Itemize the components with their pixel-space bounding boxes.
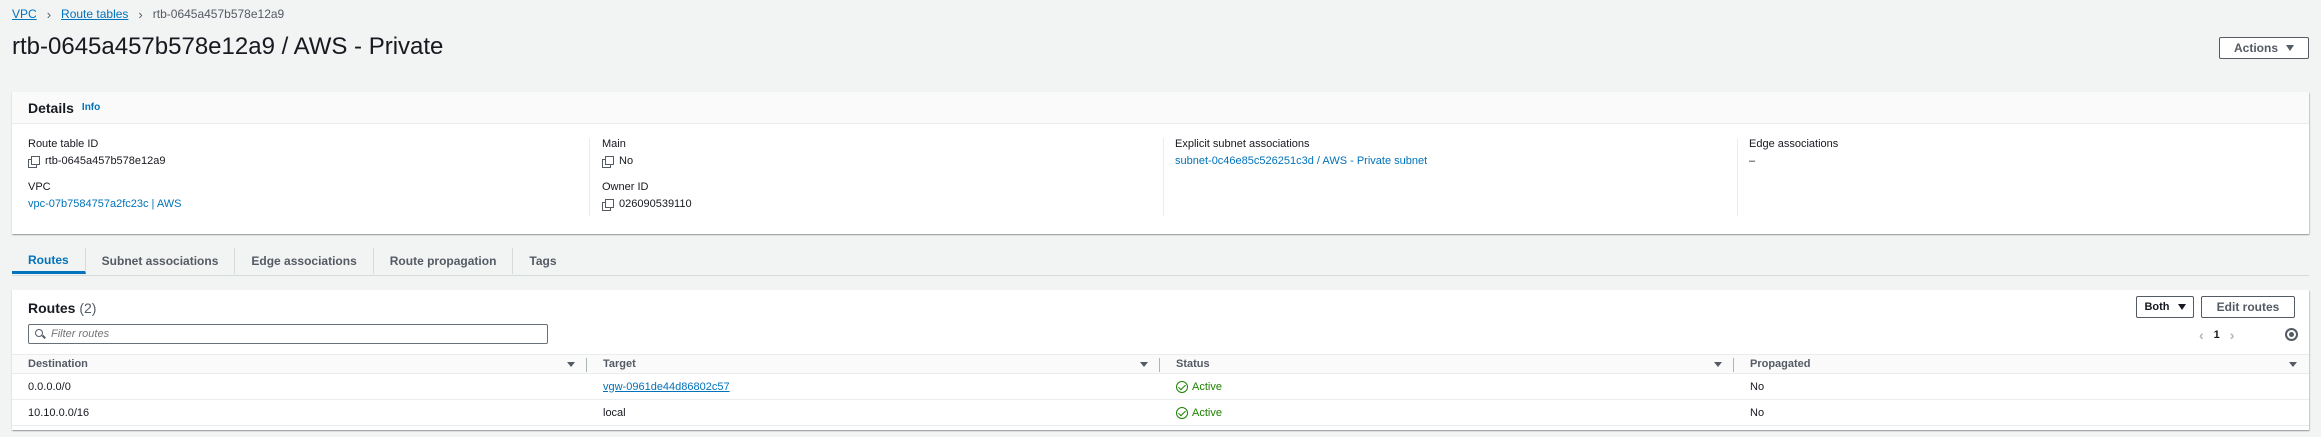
status-badge: Active (1176, 406, 1222, 419)
filter-routes-box[interactable] (28, 324, 548, 344)
edit-routes-button[interactable]: Edit routes (2201, 296, 2295, 318)
tabs-divider (12, 275, 2309, 276)
propagated-cell: No (1750, 380, 1765, 393)
both-select[interactable]: Both (2136, 296, 2194, 318)
route-table-id-label: Route table ID (28, 138, 99, 150)
route-table-id-value: rtb-0645a457b578e12a9 (45, 155, 166, 167)
column-divider (1163, 138, 1164, 216)
owner-id-field: Owner ID 026090539110 (602, 181, 1162, 211)
column-header-label: Status (1176, 358, 1210, 370)
status-badge: Active (1176, 380, 1222, 393)
propagated-cell: No (1750, 406, 1765, 419)
breadcrumb: VPC › Route tables › rtb-0645a457b578e12… (12, 6, 285, 22)
copy-icon[interactable] (602, 198, 614, 211)
vpc-field: VPC vpc-07b7584757a2fc23c | AWS (28, 181, 588, 210)
check-circle-icon (1176, 380, 1188, 393)
details-column-2: Main No Owner ID 026090539110 (602, 138, 1162, 224)
column-header-label: Target (603, 358, 636, 370)
chevron-right-icon: › (138, 6, 143, 22)
status-text: Active (1192, 406, 1222, 419)
chevron-right-icon[interactable]: › (2230, 327, 2235, 343)
details-title: Details (28, 99, 74, 116)
status-cell: Active (1160, 374, 1734, 399)
destination-cell: 10.10.0.0/16 (28, 406, 90, 419)
details-header: Details Info (12, 92, 2309, 124)
target-link[interactable]: vgw-0961de44d86802c57 (603, 381, 730, 393)
both-select-label: Both (2144, 301, 2170, 313)
tab-edge-associations[interactable]: Edge associations (235, 248, 374, 274)
tab-routes[interactable]: Routes (12, 248, 86, 274)
page-title: rtb-0645a457b578e12a9 / AWS - Private (12, 33, 444, 60)
actions-label: Actions (2233, 41, 2278, 55)
column-header-destination[interactable]: Destination (12, 355, 587, 373)
routes-table: Destination Target Status Propagated 0.0… (12, 354, 2309, 426)
routes-title-text: Routes (28, 300, 76, 316)
sort-down-icon (567, 362, 575, 367)
status-cell: Active (1160, 400, 1734, 425)
vpc-label: VPC (28, 181, 51, 193)
vpc-link[interactable]: vpc-07b7584757a2fc23c | AWS (28, 198, 182, 210)
info-link[interactable]: Info (82, 102, 100, 113)
chevron-right-icon: › (46, 6, 52, 22)
target-cell: local (603, 406, 626, 419)
edge-associations-value: – (1749, 155, 1756, 167)
column-divider (589, 138, 590, 216)
copy-icon[interactable] (28, 155, 40, 168)
owner-id-label: Owner ID (602, 181, 649, 193)
column-header-target[interactable]: Target (587, 355, 1160, 373)
routes-count: (2) (79, 300, 97, 316)
target-cell: vgw-0961de44d86802c57 (587, 374, 1160, 399)
column-header-label: Propagated (1750, 358, 1811, 370)
gear-icon[interactable] (2285, 328, 2298, 341)
routes-panel: Routes (2) Both Edit routes ‹ 1 › Destin… (12, 290, 2309, 430)
main-field: Main No (602, 138, 1162, 168)
details-column-3: Explicit subnet associations subnet-0c46… (1175, 138, 1735, 181)
column-divider (1737, 138, 1738, 216)
main-label: Main (602, 138, 626, 150)
table-row: 0.0.0.0/0 vgw-0961de44d86802c57 Active N… (12, 374, 2309, 400)
copy-icon[interactable] (602, 155, 614, 168)
breadcrumb-current: rtb-0645a457b578e12a9 (152, 7, 285, 21)
details-column-4: Edge associations – (1749, 138, 2309, 181)
sort-down-icon (1140, 362, 1148, 367)
table-row: 10.10.0.0/16 local Active No (12, 400, 2309, 426)
check-circle-icon (1176, 406, 1188, 419)
explicit-subnet-field: Explicit subnet associations subnet-0c46… (1175, 138, 1735, 167)
sort-down-icon (2289, 362, 2297, 367)
tab-route-propagation[interactable]: Route propagation (374, 248, 514, 274)
chevron-left-icon[interactable]: ‹ (2199, 327, 2204, 343)
main-value: No (619, 155, 634, 167)
status-text: Active (1192, 380, 1222, 393)
routes-title: Routes (2) (28, 300, 96, 316)
details-column-1: Route table ID rtb-0645a457b578e12a9 VPC… (28, 138, 588, 224)
breadcrumb-vpc-link[interactable]: VPC (12, 7, 37, 21)
breadcrumb-route-tables-link[interactable]: Route tables (61, 7, 128, 21)
owner-id-value: 026090539110 (619, 198, 692, 210)
column-header-propagated[interactable]: Propagated (1734, 355, 2309, 373)
tab-bar: Routes Subnet associations Edge associat… (12, 248, 573, 274)
tab-subnet-associations[interactable]: Subnet associations (86, 248, 236, 274)
edge-associations-label: Edge associations (1749, 138, 1839, 150)
column-header-status[interactable]: Status (1160, 355, 1734, 373)
tab-tags[interactable]: Tags (513, 248, 572, 274)
caret-down-icon (2286, 45, 2294, 51)
column-header-label: Destination (28, 358, 88, 370)
details-panel: Details Info Route table ID rtb-0645a457… (12, 92, 2309, 234)
route-table-id-field: Route table ID rtb-0645a457b578e12a9 (28, 138, 588, 168)
filter-routes-input[interactable] (51, 328, 531, 340)
search-icon (35, 329, 45, 339)
page-number[interactable]: 1 (2214, 329, 2220, 341)
pagination: ‹ 1 › (2199, 327, 2234, 343)
edge-associations-field: Edge associations – (1749, 138, 2309, 167)
explicit-subnet-label: Explicit subnet associations (1175, 138, 1310, 150)
caret-down-icon (2177, 304, 2186, 310)
table-header: Destination Target Status Propagated (12, 354, 2309, 374)
actions-button[interactable]: Actions (2219, 37, 2309, 59)
sort-down-icon (1714, 362, 1722, 367)
explicit-subnet-link[interactable]: subnet-0c46e85c526251c3d / AWS - Private… (1175, 155, 1427, 167)
destination-cell: 0.0.0.0/0 (28, 380, 71, 393)
